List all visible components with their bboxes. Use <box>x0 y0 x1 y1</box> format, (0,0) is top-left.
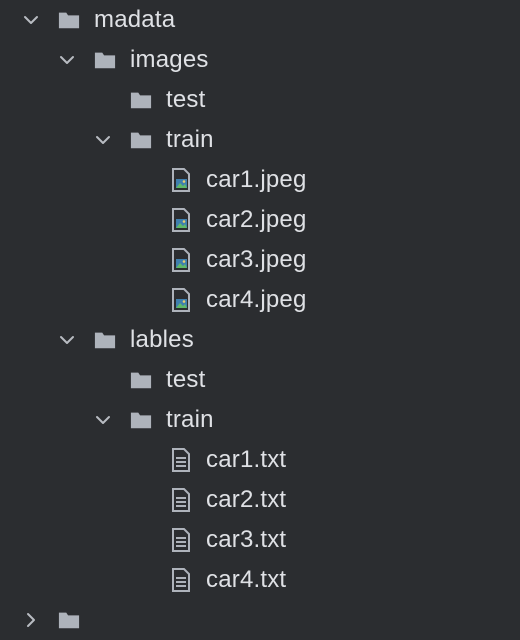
tree-node-lables-test[interactable]: test <box>0 360 520 400</box>
image-file-icon <box>170 248 192 272</box>
chevron-down-icon[interactable] <box>22 11 40 29</box>
image-file-icon <box>170 208 192 232</box>
tree-node-label: car4.txt <box>206 566 287 593</box>
folder-icon <box>130 409 152 431</box>
tree-node-label: test <box>166 86 206 113</box>
tree-node-label: images <box>130 46 209 73</box>
tree-node-label: madata <box>94 6 176 33</box>
tree-node-images[interactable]: images <box>0 40 520 80</box>
tree-file-car1-jpeg[interactable]: car1.jpeg <box>0 160 520 200</box>
image-file-icon <box>170 168 192 192</box>
tree-file-car3-jpeg[interactable]: car3.jpeg <box>0 240 520 280</box>
tree-file-car2-txt[interactable]: car2.txt <box>0 480 520 520</box>
tree-node-label: car3.jpeg <box>206 246 307 273</box>
tree-file-car4-txt[interactable]: car4.txt <box>0 560 520 600</box>
tree-file-car4-jpeg[interactable]: car4.jpeg <box>0 280 520 320</box>
folder-icon <box>58 609 80 631</box>
chevron-down-icon[interactable] <box>58 51 76 69</box>
folder-icon <box>58 9 80 31</box>
text-file-icon <box>170 488 192 512</box>
tree-node-images-test[interactable]: test <box>0 80 520 120</box>
tree-node-label: car2.jpeg <box>206 206 307 233</box>
text-file-icon <box>170 448 192 472</box>
tree-node-label: car4.jpeg <box>206 286 307 313</box>
chevron-down-icon[interactable] <box>58 331 76 349</box>
tree-node-label: car1.jpeg <box>206 166 307 193</box>
folder-icon <box>130 369 152 391</box>
tree-node-label: car2.txt <box>206 486 287 513</box>
image-file-icon <box>170 288 192 312</box>
tree-node-lables[interactable]: lables <box>0 320 520 360</box>
tree-node-images-train[interactable]: train <box>0 120 520 160</box>
text-file-icon <box>170 528 192 552</box>
tree-node-label: train <box>166 126 214 153</box>
folder-icon <box>94 49 116 71</box>
folder-icon <box>94 329 116 351</box>
tree-node-label: car3.txt <box>206 526 287 553</box>
tree-file-car1-txt[interactable]: car1.txt <box>0 440 520 480</box>
tree-node-lables-train[interactable]: train <box>0 400 520 440</box>
project-tree: madata images test train car1.jpeg car2.… <box>0 0 520 629</box>
chevron-right-icon[interactable] <box>22 611 40 629</box>
tree-node-label: lables <box>130 326 194 353</box>
tree-node-partial[interactable] <box>0 600 520 640</box>
tree-node-label: test <box>166 366 206 393</box>
chevron-down-icon[interactable] <box>94 131 112 149</box>
chevron-down-icon[interactable] <box>94 411 112 429</box>
tree-node-label: car1.txt <box>206 446 287 473</box>
text-file-icon <box>170 568 192 592</box>
tree-node-madata[interactable]: madata <box>0 0 520 40</box>
folder-icon <box>130 89 152 111</box>
tree-node-label: train <box>166 406 214 433</box>
tree-file-car2-jpeg[interactable]: car2.jpeg <box>0 200 520 240</box>
folder-icon <box>130 129 152 151</box>
tree-file-car3-txt[interactable]: car3.txt <box>0 520 520 560</box>
